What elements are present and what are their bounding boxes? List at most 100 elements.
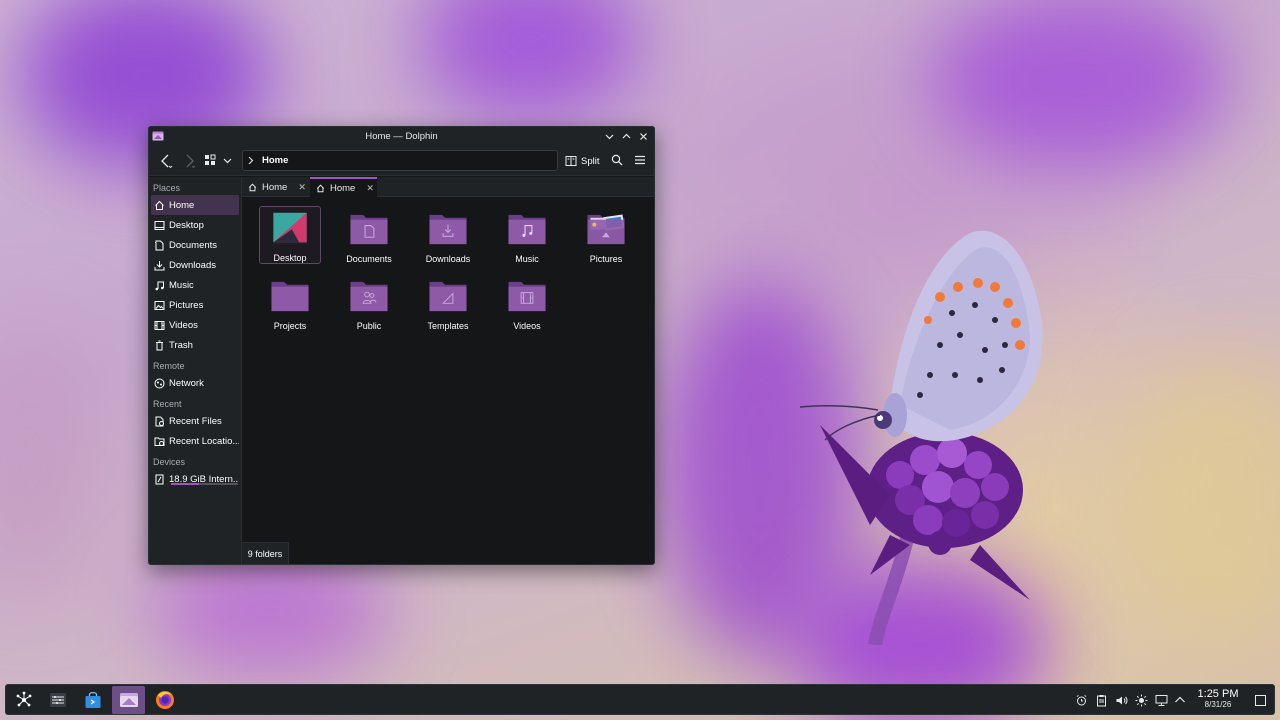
split-button[interactable]: Split (565, 152, 599, 170)
desktop-folder-icon (272, 211, 308, 246)
folder-label: Downloads (425, 254, 471, 264)
minimize-button[interactable] (603, 129, 616, 143)
folder-label: Music (515, 254, 539, 264)
pictures-folder-icon (587, 214, 625, 245)
section-recent: Recent (153, 399, 182, 409)
home-icon (248, 183, 257, 191)
templates-folder-icon (429, 281, 467, 312)
network-tray-button[interactable] (1153, 692, 1169, 708)
tab-label: Home (330, 182, 356, 194)
tab-label: Home (262, 181, 288, 193)
notifications-tray-button[interactable] (1073, 692, 1089, 708)
close-tab-icon[interactable]: ✕ (366, 183, 374, 194)
show-hidden-icons-button[interactable] (1172, 692, 1188, 708)
search-icon (611, 154, 623, 166)
sidebar-item-trash[interactable]: Trash (151, 335, 239, 355)
dolphin-task-button[interactable] (112, 686, 145, 714)
sidebar-item-music[interactable]: Music (151, 275, 239, 295)
view-mode-dropdown[interactable] (221, 154, 233, 166)
menu-button[interactable] (633, 153, 647, 167)
chevron-up-icon (622, 133, 631, 138)
close-tab-icon[interactable]: ✕ (298, 182, 306, 193)
sidebar-item-pictures[interactable]: Pictures (151, 295, 239, 315)
tab-home-1[interactable]: Home ✕ (242, 177, 310, 197)
task-manager-button[interactable] (41, 686, 74, 714)
close-icon (640, 132, 647, 140)
chevron-up-icon (1175, 696, 1185, 703)
documents-icon (154, 240, 165, 251)
launcher-icon (16, 691, 31, 707)
chevron-down-icon (605, 134, 614, 139)
show-desktop-button[interactable] (1252, 692, 1268, 708)
section-remote: Remote (153, 361, 185, 371)
trash-icon (154, 340, 165, 351)
icons-view-icon (205, 154, 216, 165)
folder-label: Pictures (589, 254, 623, 264)
videos-folder-icon (508, 281, 546, 312)
public-folder-icon (350, 281, 388, 312)
location-bar[interactable]: Home (242, 150, 558, 171)
folder-desktop[interactable]: Desktop (259, 206, 321, 264)
breadcrumb-home[interactable]: Home (262, 155, 288, 166)
pictures-icon (154, 300, 165, 311)
sidebar-item-label: Recent Files (169, 415, 222, 427)
folder-videos[interactable]: Videos (496, 273, 558, 331)
folder-public[interactable]: Public (338, 273, 400, 331)
taskbar: 1:25 PM 8/31/26 (5, 684, 1275, 715)
downloads-folder-icon (429, 214, 467, 245)
brightness-tray-button[interactable] (1133, 692, 1149, 708)
alarm-clock-icon (1076, 694, 1086, 705)
back-button[interactable] (157, 151, 175, 171)
music-folder-icon (508, 214, 546, 245)
desktop-icon (154, 220, 165, 231)
sidebar-item-downloads[interactable]: Downloads (151, 255, 239, 275)
recent-files-icon (154, 416, 165, 427)
sidebar-item-videos[interactable]: Videos (151, 315, 239, 335)
section-devices: Devices (153, 457, 186, 467)
sidebar-item-recent-files[interactable]: Recent Files (151, 411, 239, 431)
sidebar-item-desktop[interactable]: Desktop (151, 215, 239, 235)
sidebar-item-home[interactable]: Home (151, 195, 239, 215)
search-button[interactable] (610, 153, 624, 167)
recent-locations-icon (154, 436, 165, 447)
show-desktop-icon (1254, 694, 1266, 706)
tab-home-2[interactable]: Home ✕ (310, 177, 377, 197)
hamburger-menu-icon (635, 155, 645, 165)
volume-tray-button[interactable] (1113, 692, 1129, 708)
sidebar-item-internal-drive[interactable]: 18.9 GiB Intern... (151, 469, 239, 489)
dolphin-app-icon (152, 131, 164, 141)
application-launcher-button[interactable] (7, 686, 40, 714)
window-titlebar[interactable]: Home — Dolphin (149, 127, 654, 146)
speaker-icon (1116, 696, 1127, 704)
maximize-button[interactable] (620, 129, 633, 143)
folder-music[interactable]: Music (496, 206, 558, 264)
tab-bar: Home ✕ Home ✕ (242, 177, 654, 197)
folder-pictures[interactable]: Pictures (575, 206, 637, 264)
documents-folder-icon (350, 214, 388, 245)
folder-templates[interactable]: Templates (417, 273, 479, 331)
drive-icon (154, 474, 165, 485)
downloads-icon (154, 260, 165, 271)
folder-downloads[interactable]: Downloads (417, 206, 479, 264)
dolphin-window: Home — Dolphin Home Split Places Home De… (148, 126, 655, 565)
firefox-button[interactable] (148, 686, 181, 714)
sidebar-item-network[interactable]: Network (151, 373, 239, 393)
firefox-icon (155, 691, 174, 709)
arrow-left-icon (161, 154, 173, 169)
forward-button[interactable] (180, 151, 198, 171)
file-view[interactable]: Desktop Documents Downloads Music Pictur… (242, 198, 654, 564)
sidebar-item-label: Trash (169, 339, 193, 351)
folder-documents[interactable]: Documents (338, 206, 400, 264)
network-icon (154, 378, 165, 389)
digital-clock[interactable]: 1:25 PM 8/31/26 (1194, 688, 1242, 709)
clock-date: 8/31/26 (1204, 700, 1232, 709)
folder-projects[interactable]: Projects (259, 273, 321, 331)
view-mode-button[interactable] (203, 153, 217, 167)
discover-store-button[interactable] (76, 686, 109, 714)
clipboard-tray-button[interactable] (1093, 692, 1109, 708)
sidebar-item-recent-locations[interactable]: Recent Locatio... (151, 431, 239, 451)
sidebar-item-documents[interactable]: Documents (151, 235, 239, 255)
close-button[interactable] (637, 129, 650, 143)
chevron-right-icon (248, 156, 254, 165)
disk-usage-bar (171, 483, 238, 485)
